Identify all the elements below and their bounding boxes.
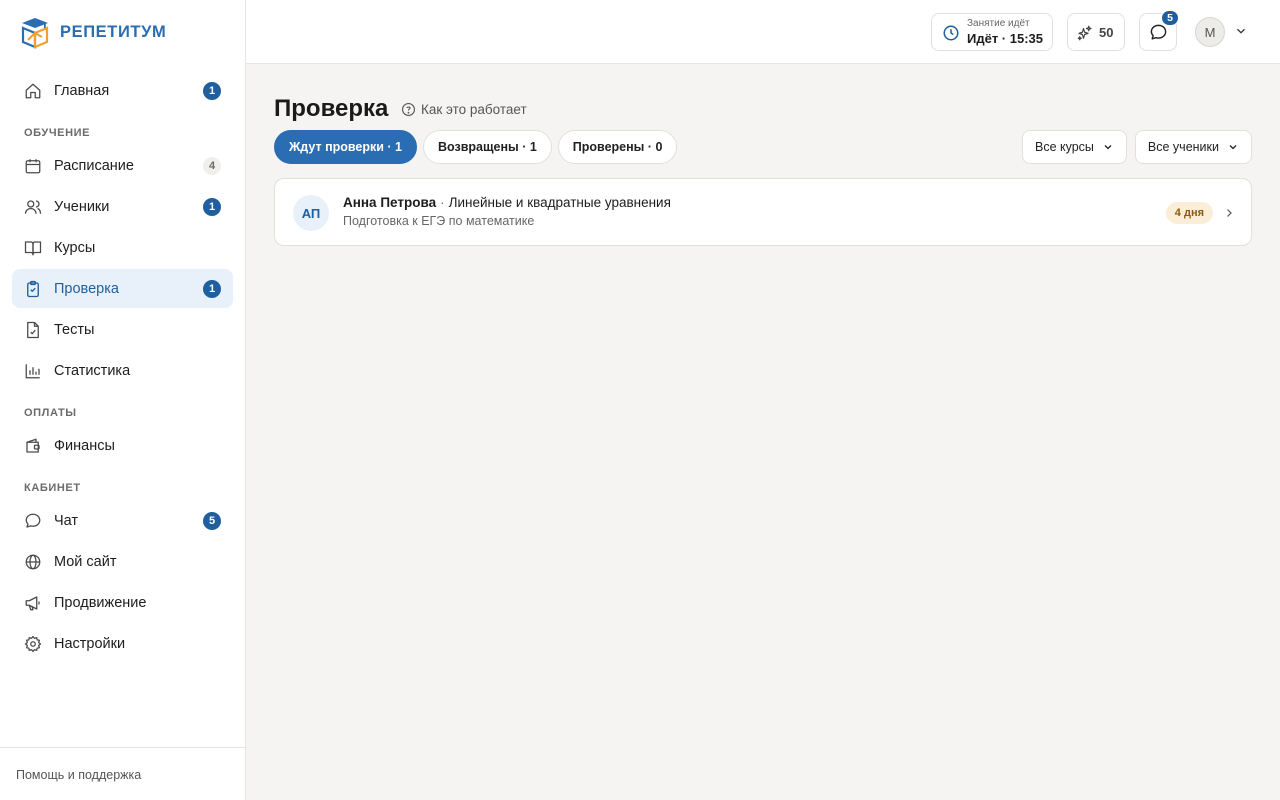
- course-name: Подготовка к ЕГЭ по математике: [343, 214, 535, 228]
- student-avatar: АП: [293, 195, 329, 231]
- sidebar-item-my-site[interactable]: Мой сайт: [12, 542, 233, 581]
- assignment-topic: Линейные и квадратные уравнения: [448, 195, 671, 210]
- sidebar-item-tests[interactable]: Тесты: [12, 310, 233, 349]
- users-icon: [24, 198, 42, 216]
- sidebar-item-label: Продвижение: [54, 594, 147, 611]
- sidebar-item-label: Главная: [54, 82, 110, 99]
- status-tabs: Ждут проверки · 1 Возвращены · 1 Провере…: [274, 130, 678, 164]
- count-badge: 1: [203, 82, 221, 100]
- count-badge: 1: [203, 198, 221, 216]
- book-icon: [24, 239, 42, 257]
- sidebar-item-review[interactable]: Проверка 1: [12, 269, 233, 308]
- file-check-icon: [24, 321, 42, 339]
- clock-icon: [943, 25, 959, 41]
- globe-icon: [24, 553, 42, 571]
- sidebar-item-settings[interactable]: Настройки: [12, 624, 233, 663]
- sidebar-item-label: Статистика: [54, 362, 131, 379]
- student-filter-label: Все ученики: [1147, 140, 1219, 154]
- megaphone-icon: [24, 594, 42, 612]
- sidebar-item-label: Проверка: [54, 280, 119, 297]
- home-icon: [24, 82, 42, 100]
- gear-icon: [24, 635, 42, 653]
- filters: Все курсы Все ученики: [1022, 130, 1252, 164]
- tab-reviewed[interactable]: Проверены · 0: [557, 130, 678, 164]
- sidebar-item-label: Мой сайт: [54, 553, 117, 570]
- top-bar: Занятие идёт Идёт · 15:35 50 5 М: [246, 0, 1280, 64]
- avatar[interactable]: М: [1195, 17, 1225, 47]
- sidebar-item-label: Ученики: [54, 198, 110, 215]
- sidebar-item-label: Расписание: [54, 157, 134, 174]
- sidebar-item-label: Финансы: [54, 437, 115, 454]
- lesson-status-time: Идёт · 15:35: [967, 31, 1043, 46]
- bar-chart-icon: [24, 362, 42, 380]
- sidebar-item-students[interactable]: Ученики 1: [12, 187, 233, 226]
- brand[interactable]: РЕПЕТИТУМ: [20, 15, 166, 49]
- unread-badge: 5: [1161, 10, 1179, 26]
- help-circle-icon: [402, 103, 415, 116]
- lesson-status-button[interactable]: Занятие идёт Идёт · 15:35: [931, 13, 1053, 51]
- tab-awaiting-review[interactable]: Ждут проверки · 1: [274, 130, 418, 164]
- course-filter-dropdown[interactable]: Все курсы: [1022, 130, 1127, 164]
- messages-button[interactable]: 5: [1139, 10, 1179, 51]
- sidebar-footer: Помощь и поддержка: [0, 747, 245, 800]
- chevron-down-icon[interactable]: [1234, 24, 1248, 38]
- student-filter-dropdown[interactable]: Все ученики: [1134, 130, 1252, 164]
- submission-title: Анна Петрова · Линейные и квадратные уравн…: [343, 195, 671, 210]
- sidebar-item-label: Курсы: [54, 239, 96, 256]
- count-badge: 4: [203, 157, 221, 175]
- sidebar-item-statistics[interactable]: Статистика: [12, 351, 233, 390]
- separator: ·: [440, 195, 445, 210]
- sidebar-item-finance[interactable]: Финансы: [12, 426, 233, 465]
- wallet-icon: [24, 437, 42, 455]
- sidebar: РЕПЕТИТУМ Главная 1 ОБУЧЕНИЕ Расписание …: [0, 0, 246, 800]
- chat-icon: [24, 512, 42, 530]
- brand-name: РЕПЕТИТУМ: [60, 22, 167, 41]
- sidebar-nav: Главная 1 ОБУЧЕНИЕ Расписание 4 Ученики …: [12, 71, 233, 665]
- calendar-icon: [24, 157, 42, 175]
- chevron-right-icon: [1227, 209, 1232, 217]
- chevron-down-icon: [1104, 145, 1112, 150]
- clipboard-check-icon: [24, 280, 42, 298]
- help-support-link[interactable]: Помощь и поддержка: [16, 768, 141, 782]
- sidebar-item-label: Тесты: [54, 321, 95, 338]
- sidebar-item-courses[interactable]: Курсы: [12, 228, 233, 267]
- sidebar-item-promotion[interactable]: Продвижение: [12, 583, 233, 622]
- page-title: Проверка: [274, 95, 389, 122]
- submission-card[interactable]: АП Анна Петрова · Линейные и квадратные ур…: [274, 178, 1252, 246]
- chevron-down-icon: [1229, 145, 1237, 150]
- logo-icon: [21, 17, 49, 49]
- tab-returned[interactable]: Возвращены · 1: [423, 130, 552, 164]
- count-badge: 5: [203, 512, 221, 530]
- sparkles-icon: [1077, 25, 1092, 41]
- waiting-time-badge: 4 дня: [1165, 202, 1213, 224]
- section-title-cabinet: КАБИНЕТ: [24, 482, 81, 494]
- chat-bubble-icon: [1150, 24, 1167, 40]
- points-button[interactable]: 50: [1067, 13, 1125, 51]
- count-badge: 1: [203, 280, 221, 298]
- sidebar-item-label: Чат: [54, 512, 79, 529]
- lesson-status-caption: Занятие идёт: [967, 18, 1030, 29]
- section-title-payments: ОПЛАТЫ: [24, 407, 77, 419]
- course-filter-label: Все курсы: [1035, 140, 1094, 154]
- sidebar-item-label: Настройки: [54, 635, 126, 652]
- student-name: Анна Петрова: [343, 195, 437, 210]
- points-count: 50: [1099, 25, 1114, 40]
- how-it-works-label: Как это работает: [421, 102, 527, 117]
- sidebar-item-home[interactable]: Главная 1: [12, 71, 233, 110]
- how-it-works-link[interactable]: Как это работает: [401, 102, 527, 117]
- sidebar-item-chat[interactable]: Чат 5: [12, 501, 233, 540]
- sidebar-item-schedule[interactable]: Расписание 4: [12, 146, 233, 185]
- section-title-learning: ОБУЧЕНИЕ: [24, 127, 91, 139]
